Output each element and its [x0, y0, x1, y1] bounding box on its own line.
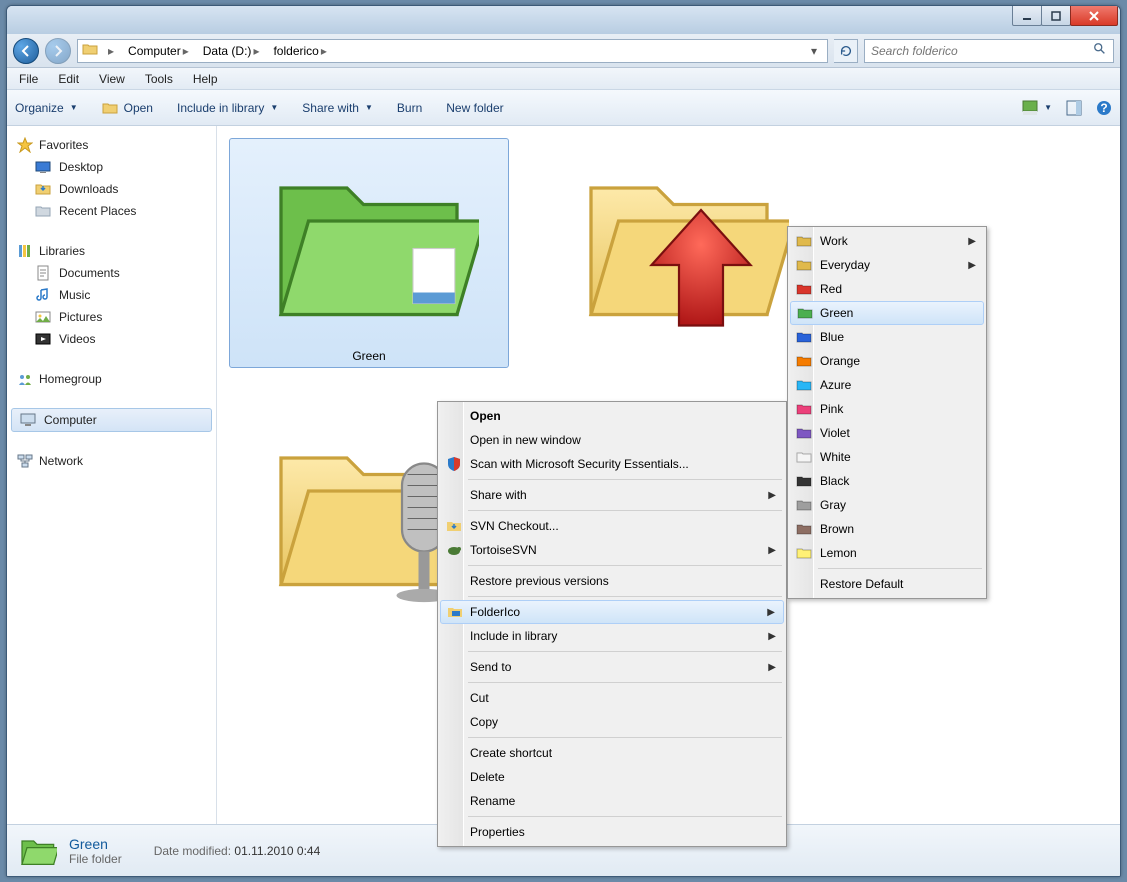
- search-box[interactable]: [864, 39, 1114, 63]
- ctx-properties[interactable]: Properties: [440, 820, 784, 844]
- search-input[interactable]: [871, 44, 1093, 58]
- burn-button[interactable]: Burn: [397, 101, 422, 115]
- help-button[interactable]: ?: [1096, 100, 1112, 116]
- ctx-open[interactable]: Open: [440, 404, 784, 428]
- favorites-header[interactable]: Favorites: [7, 134, 216, 156]
- sidebar-desktop[interactable]: Desktop: [7, 156, 216, 178]
- color-green[interactable]: Green: [790, 301, 984, 325]
- ctx-rename[interactable]: Rename: [440, 789, 784, 813]
- folderico-submenu: Work▶Everyday▶RedGreenBlueOrangeAzurePin…: [787, 226, 987, 599]
- libraries-header[interactable]: Libraries: [7, 240, 216, 262]
- sidebar-recent-places[interactable]: Recent Places: [7, 200, 216, 222]
- explorer-window: ▸ Computer▸ Data (D:)▸ folderico▸ ▾ File…: [6, 5, 1121, 877]
- breadcrumb-data[interactable]: Data (D:)▸: [199, 40, 266, 62]
- status-meta: Date modified: 01.11.2010 0:44: [154, 844, 321, 858]
- menu-file[interactable]: File: [11, 70, 46, 88]
- folder-item-1[interactable]: [539, 138, 819, 368]
- new-folder-button[interactable]: New folder: [446, 101, 503, 115]
- titlebar: [7, 6, 1120, 34]
- color-everyday[interactable]: Everyday▶: [790, 253, 984, 277]
- color-red[interactable]: Red: [790, 277, 984, 301]
- maximize-button[interactable]: [1041, 6, 1071, 26]
- breadcrumb-computer[interactable]: Computer▸: [124, 40, 195, 62]
- ctx-scan-with-microsoft-security-essentials-[interactable]: Scan with Microsoft Security Essentials.…: [440, 452, 784, 476]
- ctx-restore-previous-versions[interactable]: Restore previous versions: [440, 569, 784, 593]
- menu-view[interactable]: View: [91, 70, 133, 88]
- ctx-delete[interactable]: Delete: [440, 765, 784, 789]
- ctx-svn-checkout-[interactable]: SVN Checkout...: [440, 514, 784, 538]
- color-black[interactable]: Black: [790, 469, 984, 493]
- ctx-open-in-new-window[interactable]: Open in new window: [440, 428, 784, 452]
- forward-button[interactable]: [45, 38, 71, 64]
- folder-icon: [82, 41, 98, 60]
- toolbar: Organize▼ Open Include in library▼ Share…: [7, 90, 1120, 126]
- folder-item-0[interactable]: Green: [229, 138, 509, 368]
- breadcrumb-sep[interactable]: ▸: [102, 40, 120, 62]
- preview-pane-button[interactable]: [1066, 100, 1082, 116]
- sidebar-computer[interactable]: Computer: [11, 408, 212, 432]
- open-button[interactable]: Open: [102, 100, 153, 116]
- sidebar-network[interactable]: Network: [7, 450, 216, 472]
- share-with-button[interactable]: Share with▼: [302, 101, 373, 115]
- color-gray[interactable]: Gray: [790, 493, 984, 517]
- ctx-include-in-library[interactable]: Include in library▶: [440, 624, 784, 648]
- nav-bar: ▸ Computer▸ Data (D:)▸ folderico▸ ▾: [7, 34, 1120, 68]
- color-work[interactable]: Work▶: [790, 229, 984, 253]
- back-button[interactable]: [13, 38, 39, 64]
- ctx-share-with[interactable]: Share with▶: [440, 483, 784, 507]
- folder-label: Green: [352, 349, 385, 363]
- ctx-tortoisesvn[interactable]: TortoiseSVN▶: [440, 538, 784, 562]
- view-mode-button[interactable]: ▼: [1022, 100, 1052, 116]
- menu-tools[interactable]: Tools: [137, 70, 181, 88]
- color-brown[interactable]: Brown: [790, 517, 984, 541]
- search-icon: [1093, 42, 1107, 59]
- context-menu: OpenOpen in new windowScan with Microsof…: [437, 401, 787, 847]
- color-restore-default[interactable]: Restore Default: [790, 572, 984, 596]
- status-type: File folder: [69, 852, 122, 866]
- color-violet[interactable]: Violet: [790, 421, 984, 445]
- ctx-copy[interactable]: Copy: [440, 710, 784, 734]
- menu-edit[interactable]: Edit: [50, 70, 87, 88]
- breadcrumb-folderico[interactable]: folderico▸: [269, 40, 332, 62]
- sidebar-downloads[interactable]: Downloads: [7, 178, 216, 200]
- sidebar-pictures[interactable]: Pictures: [7, 306, 216, 328]
- ctx-send-to[interactable]: Send to▶: [440, 655, 784, 679]
- color-blue[interactable]: Blue: [790, 325, 984, 349]
- status-name: Green: [69, 836, 122, 852]
- ctx-cut[interactable]: Cut: [440, 686, 784, 710]
- folder-icon: [259, 143, 479, 343]
- color-orange[interactable]: Orange: [790, 349, 984, 373]
- address-dropdown[interactable]: ▾: [805, 44, 823, 58]
- ctx-create-shortcut[interactable]: Create shortcut: [440, 741, 784, 765]
- menu-bar: File Edit View Tools Help: [7, 68, 1120, 90]
- color-white[interactable]: White: [790, 445, 984, 469]
- sidebar-music[interactable]: Music: [7, 284, 216, 306]
- svg-text:?: ?: [1100, 101, 1107, 115]
- menu-help[interactable]: Help: [185, 70, 226, 88]
- minimize-button[interactable]: [1012, 6, 1042, 26]
- close-button[interactable]: [1070, 6, 1118, 26]
- ctx-folderico[interactable]: FolderIco▶: [440, 600, 784, 624]
- sidebar: Favorites Desktop Downloads Recent Place…: [7, 126, 217, 824]
- color-pink[interactable]: Pink: [790, 397, 984, 421]
- address-bar[interactable]: ▸ Computer▸ Data (D:)▸ folderico▸ ▾: [77, 39, 828, 63]
- sidebar-documents[interactable]: Documents: [7, 262, 216, 284]
- color-lemon[interactable]: Lemon: [790, 541, 984, 565]
- sidebar-homegroup[interactable]: Homegroup: [7, 368, 216, 390]
- color-azure[interactable]: Azure: [790, 373, 984, 397]
- status-icon: [17, 831, 57, 871]
- organize-button[interactable]: Organize▼: [15, 101, 78, 115]
- folder-icon: [569, 143, 789, 343]
- sidebar-videos[interactable]: Videos: [7, 328, 216, 350]
- include-in-library-button[interactable]: Include in library▼: [177, 101, 278, 115]
- refresh-button[interactable]: [834, 39, 858, 63]
